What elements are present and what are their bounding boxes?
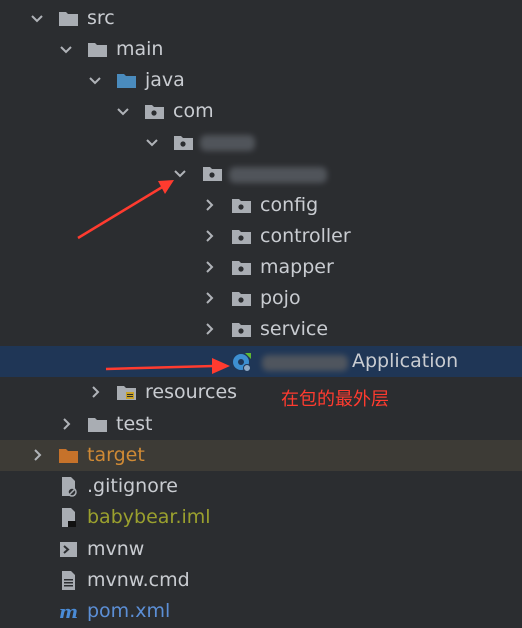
chevron-down-icon[interactable]	[85, 70, 105, 90]
chevron-right-icon[interactable]	[199, 257, 219, 277]
redacted-label	[229, 167, 327, 183]
annotation-note: 在包的最外层	[281, 389, 389, 410]
excluded-folder-icon	[58, 445, 79, 466]
package-icon	[231, 288, 252, 309]
package-icon	[231, 319, 252, 340]
tree-node-label: config	[260, 194, 319, 216]
tree-node-src[interactable]: src	[0, 3, 522, 34]
tree-node-label: babybear.iml	[87, 506, 211, 528]
folder-icon	[58, 8, 79, 29]
chevron-right-icon[interactable]	[199, 226, 219, 246]
chevron-right-icon[interactable]	[199, 288, 219, 308]
tree-node-test[interactable]: test	[0, 409, 522, 440]
tree-node-iml[interactable]: babybear.iml	[0, 502, 522, 533]
package-icon	[144, 101, 165, 122]
resources-folder-icon	[116, 382, 137, 403]
tree-node-label: service	[260, 318, 329, 340]
package-icon	[231, 226, 252, 247]
tree-node-config[interactable]: config	[0, 190, 522, 221]
tree-node-label: pom.xml	[87, 600, 171, 622]
tree-node-mapper[interactable]: mapper	[0, 252, 522, 283]
package-icon	[202, 163, 223, 184]
source-folder-icon	[116, 70, 137, 91]
text-file-icon	[58, 570, 79, 591]
tree-node-mvnw[interactable]: mvnw	[0, 534, 522, 565]
package-icon	[173, 132, 194, 153]
tree-node-pom[interactable]: pom.xml	[0, 596, 522, 627]
tree-node-label: mvnw	[87, 538, 145, 560]
tree-node-java[interactable]: java	[0, 65, 522, 96]
spring-boot-class-icon	[231, 351, 252, 372]
package-icon	[231, 257, 252, 278]
tree-node-label: .gitignore	[87, 475, 178, 497]
tree-node-service[interactable]: service	[0, 314, 522, 345]
tree-node-target[interactable]: target	[0, 440, 522, 471]
tree-node-label: pojo	[260, 287, 301, 309]
tree-node-resources[interactable]: resources	[0, 377, 522, 408]
ignore-file-icon	[58, 476, 79, 497]
tree-node-label: Application	[352, 350, 459, 372]
tree-node-controller[interactable]: controller	[0, 221, 522, 252]
redacted-label	[200, 135, 255, 151]
chevron-right-icon[interactable]	[85, 382, 105, 402]
tree-node-label: controller	[260, 225, 351, 247]
chevron-down-icon[interactable]	[27, 8, 47, 28]
chevron-down-icon[interactable]	[142, 132, 162, 152]
chevron-right-icon[interactable]	[199, 195, 219, 215]
project-tree: src main java com config controller mapp…	[0, 0, 522, 628]
maven-icon	[58, 601, 79, 622]
chevron-right-icon[interactable]	[56, 414, 76, 434]
tree-node-mvnw-cmd[interactable]: mvnw.cmd	[0, 565, 522, 596]
tree-node-label: target	[87, 444, 145, 466]
tree-node-gitignore[interactable]: .gitignore	[0, 471, 522, 502]
chevron-right-icon[interactable]	[199, 319, 219, 339]
package-icon	[231, 195, 252, 216]
redacted-label	[262, 355, 348, 371]
tree-node-label: main	[116, 38, 164, 60]
tree-node-label: resources	[145, 381, 238, 403]
tree-node-blurred-subpackage[interactable]	[0, 158, 522, 189]
chevron-right-icon[interactable]	[27, 445, 47, 465]
tree-node-label: mapper	[260, 256, 334, 278]
terminal-icon	[58, 539, 79, 560]
tree-node-blurred-package[interactable]	[0, 127, 522, 158]
tree-node-com[interactable]: com	[0, 96, 522, 127]
tree-node-label: com	[173, 100, 214, 122]
module-file-icon	[58, 507, 79, 528]
tree-node-main[interactable]: main	[0, 34, 522, 65]
tree-node-application-class[interactable]: Application	[0, 346, 522, 377]
chevron-down-icon[interactable]	[56, 39, 76, 59]
tree-node-label: test	[116, 413, 153, 435]
tree-node-label: src	[87, 7, 115, 29]
chevron-down-icon[interactable]	[113, 101, 133, 121]
folder-icon	[87, 39, 108, 60]
chevron-down-icon[interactable]	[170, 163, 190, 183]
tree-node-pojo[interactable]: pojo	[0, 283, 522, 314]
tree-node-label: java	[145, 69, 185, 91]
folder-icon	[87, 414, 108, 435]
tree-node-label: mvnw.cmd	[87, 569, 190, 591]
